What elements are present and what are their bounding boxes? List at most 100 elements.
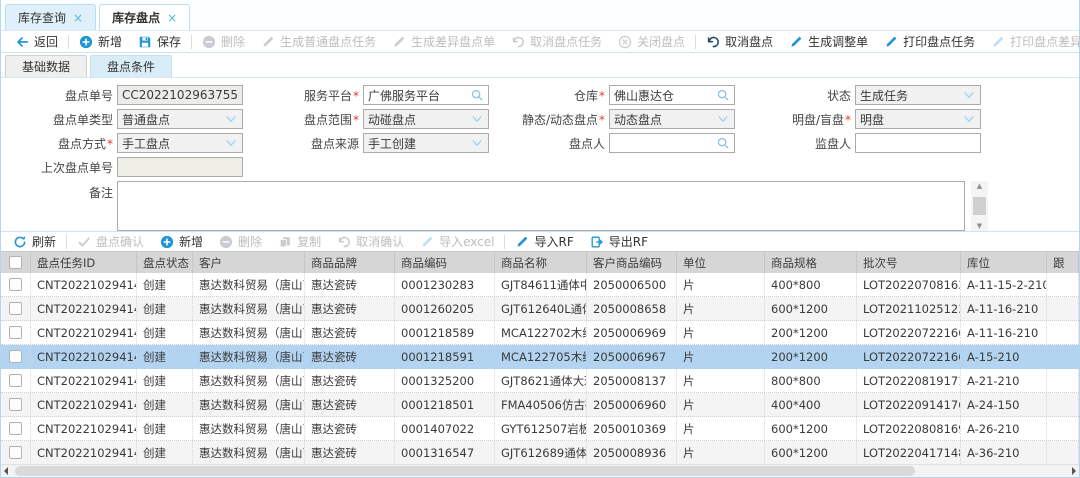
window-tab[interactable]: 库存查询 × [5,4,96,30]
supervisor-field[interactable] [855,133,981,153]
scroll-up-icon[interactable]: ▲ [977,182,982,190]
last-count-order-field [117,157,243,177]
toolbar-button-refresh[interactable]: 刷新 [5,232,64,251]
counter-field[interactable] [609,133,735,153]
plus-circle-icon [160,235,174,249]
chevron-down-icon[interactable] [470,112,484,126]
table-cell: 惠达数科贸易（唐山曹 [193,321,305,344]
horizontal-scrollbar[interactable] [1,464,1079,477]
table-cell: 惠达瓷砖 [305,369,395,392]
search-icon[interactable] [716,136,730,150]
toolbar-separator [68,35,69,49]
table-cell: LOT2022091417664 [857,393,961,416]
scrollbar-thumb[interactable] [973,197,986,215]
count-source-field[interactable]: 手工创建 [363,133,489,153]
count-method-field[interactable]: 手工盘点 [117,133,243,153]
count-order-type-field[interactable]: 普通盘点 [117,109,243,129]
row-checkbox[interactable] [9,278,22,291]
subtab[interactable]: 盘点条件 [90,55,172,77]
column-header[interactable]: 商品编码 [395,252,495,273]
table-row[interactable]: CNT2022102941491创建惠达数科贸易（唐山曹惠达瓷砖00012185… [1,321,1079,345]
chevron-down-icon[interactable] [470,136,484,150]
chevron-down-icon[interactable] [224,112,238,126]
table-cell: 创建 [137,369,193,392]
static-dynamic-field[interactable]: 动态盘点 [609,109,735,129]
column-header[interactable]: 单位 [677,252,765,273]
row-checkbox[interactable] [9,422,22,435]
close-icon[interactable]: × [167,11,177,25]
table-cell: LOT2022081917173 [857,369,961,392]
column-header[interactable]: 批次号 [857,252,961,273]
toolbar-button-pencil[interactable]: 导入RF [507,232,581,251]
button-label: 导出RF [609,233,648,250]
column-header[interactable]: 客户商品编码 [587,252,677,273]
column-header[interactable]: 商品规格 [765,252,857,273]
toolbar-button-export[interactable]: 导出RF [582,232,656,251]
table-cell: 片 [677,441,765,464]
column-header[interactable]: 客户 [193,252,305,273]
count-scope-field[interactable]: 动碰盘点 [363,109,489,129]
table-cell: 惠达数科贸易（唐山曹 [193,369,305,392]
table-cell: 600*1200 [765,297,857,320]
column-header[interactable]: 商品名称 [495,252,587,273]
scroll-right-icon[interactable] [1072,467,1076,475]
toolbar-button-plus-circle[interactable]: 新增 [152,232,211,251]
chevron-down-icon[interactable] [716,112,730,126]
service-platform-field[interactable]: 广佛服务平台 [363,85,489,105]
field-value: 明盘 [860,111,962,128]
remark-textarea[interactable] [117,181,965,231]
table-cell: 0001218591 [395,345,495,368]
scroll-left-icon[interactable] [4,467,8,475]
warehouse-field[interactable]: 佛山惠达仓 [609,85,735,105]
tab-label: 库存盘点 [112,9,160,26]
search-icon[interactable] [470,88,484,102]
chevron-down-icon[interactable] [962,112,976,126]
row-checkbox[interactable] [9,302,22,315]
toolbar-button-pencil[interactable]: 打印盘点任务 [876,31,983,52]
row-checkbox[interactable] [9,446,22,459]
close-icon[interactable]: × [73,11,83,25]
search-icon[interactable] [716,88,730,102]
select-all-checkbox[interactable] [9,256,22,269]
toolbar-button-arrow-left[interactable]: 返回 [7,31,66,52]
table-row[interactable]: CNT2022102941491创建惠达数科贸易（唐山曹惠达瓷砖00014070… [1,417,1079,441]
chevron-down-icon[interactable] [962,88,976,102]
row-checkbox[interactable] [9,350,22,363]
table-row[interactable]: CNT2022102941491创建惠达数科贸易（唐山曹惠达瓷砖00012602… [1,297,1079,321]
table-row[interactable]: CNT2022102941491创建惠达数科贸易（唐山曹惠达瓷砖00012185… [1,393,1079,417]
open-blind-field[interactable]: 明盘 [855,109,981,129]
row-checkbox-cell [1,345,31,368]
count-order-no-field: CC2022102963755 [117,85,243,105]
table-row[interactable]: CNT2022102941491创建惠达数科贸易（唐山曹惠达瓷砖00013252… [1,369,1079,393]
column-header[interactable]: 跟 [1047,252,1079,273]
toolbar-button-pencil-disabled: 导入excel [412,232,502,251]
toolbar-button-undo[interactable]: 取消盘点 [698,31,781,52]
row-checkbox[interactable] [9,326,22,339]
toolbar-button-plus-circle[interactable]: 新增 [71,31,130,52]
table-row[interactable]: CNT2022102941491创建惠达数科贸易（唐山曹惠达瓷砖00012185… [1,345,1079,369]
remark-scrollbar[interactable]: ▲ ▼ [971,181,988,231]
table-row[interactable]: CNT2022102941491创建惠达数科贸易（唐山曹惠达瓷砖00012302… [1,273,1079,297]
chevron-down-icon[interactable] [224,136,238,150]
column-header[interactable]: 盘点任务ID [31,252,137,273]
tab-label: 库存查询 [18,9,66,26]
column-header[interactable]: 盘点状态 [137,252,193,273]
row-checkbox[interactable] [9,374,22,387]
column-header[interactable]: 商品品牌 [305,252,395,273]
column-header[interactable]: 库位 [961,252,1047,273]
row-checkbox-cell [1,417,31,440]
row-checkbox[interactable] [9,398,22,411]
table-row[interactable]: CNT2022102941491创建惠达数科贸易（唐山曹惠达瓷砖00013165… [1,441,1079,464]
field-value: 手工盘点 [122,135,224,152]
last-count-order-label: 上次盘点单号 [5,159,117,176]
window-tab[interactable]: 库存盘点 × [99,4,190,30]
status-field[interactable]: 生成任务 [855,85,981,105]
table-cell: 创建 [137,345,193,368]
toolbar-button-save[interactable]: 保存 [130,31,189,52]
table-cell [1047,345,1079,368]
button-label: 复制 [297,233,321,250]
toolbar-button-pencil[interactable]: 生成调整单 [781,31,876,52]
subtab[interactable]: 基础数据 [5,55,87,77]
scrollbar-thumb[interactable] [15,466,915,476]
scroll-down-icon[interactable]: ▼ [977,222,982,230]
